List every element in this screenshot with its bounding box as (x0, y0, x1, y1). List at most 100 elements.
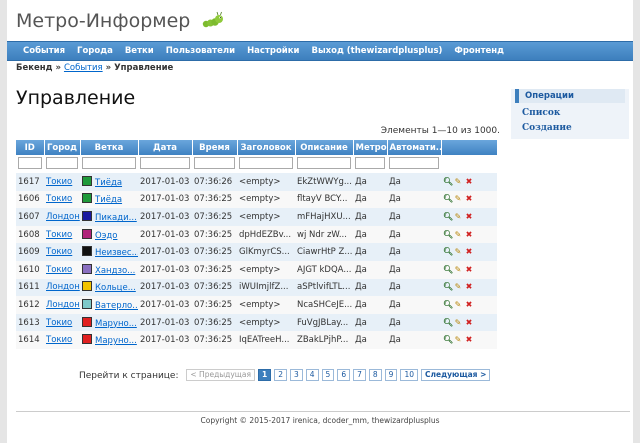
cell-date: 2017-01-03 (138, 331, 192, 349)
column-header[interactable]: Описание (295, 140, 354, 155)
delete-icon[interactable]: ✖ (465, 177, 473, 186)
page-number-button[interactable]: 2 (274, 369, 287, 381)
menu-item[interactable]: Ветки (119, 42, 160, 60)
prev-page-button[interactable]: < Предыдущая (186, 369, 255, 381)
view-icon[interactable]: 🔍︎ (443, 177, 453, 186)
cell-time: 07:36:25 (192, 260, 237, 279)
filter-input[interactable] (389, 157, 439, 170)
operation-list-link[interactable]: Список (522, 108, 629, 118)
city-link[interactable]: Токио (46, 194, 72, 204)
menu-item[interactable]: Пользователи (160, 42, 241, 60)
line-link[interactable]: Маруно... (95, 336, 137, 346)
column-header[interactable]: Ветка (80, 140, 139, 155)
page-number-button[interactable]: 5 (321, 369, 335, 381)
city-link[interactable]: Лондон (46, 212, 80, 222)
filter-input[interactable] (46, 157, 78, 170)
line-color-swatch (82, 246, 92, 257)
menu-item[interactable]: Города (71, 42, 119, 60)
column-header[interactable]: Время (192, 140, 238, 155)
view-icon[interactable]: 🔍︎ (443, 195, 453, 203)
filter-input[interactable] (82, 157, 136, 170)
view-icon[interactable]: 🔍︎ (443, 336, 453, 344)
view-icon[interactable]: 🔍︎ (443, 248, 453, 256)
line-link[interactable]: Ватерло... (95, 301, 138, 311)
delete-icon[interactable]: ✖ (465, 318, 473, 327)
column-header[interactable]: Заголовок (237, 140, 296, 155)
cell-auto: Да (387, 278, 441, 297)
page-number-button[interactable]: 8 (368, 369, 382, 381)
page-number-button[interactable]: 4 (305, 369, 319, 381)
edit-icon[interactable]: ✎ (454, 318, 462, 327)
page-number-button[interactable]: 3 (289, 369, 303, 381)
line-link[interactable]: Неизвес... (95, 248, 138, 258)
menu-item[interactable]: Выход (thewizardplusplus) (305, 42, 448, 60)
column-header[interactable]: Дата (138, 140, 193, 155)
next-page-button[interactable]: Следующая > (421, 369, 491, 381)
delete-icon[interactable]: ✖ (465, 230, 473, 239)
line-link[interactable]: Тиёда (95, 195, 122, 205)
city-link[interactable]: Токио (46, 318, 72, 328)
menu-item[interactable]: События (17, 42, 71, 60)
view-icon[interactable]: 🔍︎ (443, 318, 453, 327)
cell-time: 07:36:25 (192, 243, 237, 261)
city-link[interactable]: Токио (46, 230, 72, 240)
page-number-button[interactable]: 9 (384, 369, 398, 381)
line-link[interactable]: Тиёда (95, 178, 122, 188)
filter-input[interactable] (239, 157, 293, 170)
view-icon[interactable]: 🔍︎ (443, 283, 453, 291)
cell-auto: Да (387, 296, 441, 314)
cell-time: 07:36:25 (192, 313, 237, 332)
column-header[interactable]: Автомати... (387, 140, 442, 155)
delete-icon[interactable]: ✖ (465, 300, 473, 309)
delete-icon[interactable]: ✖ (465, 248, 473, 256)
filter-input[interactable] (297, 157, 351, 170)
edit-icon[interactable]: ✎ (454, 248, 462, 256)
table-row: 1610 Токио Хандзо... 2017-01-03 07:36:25 <emp… (16, 260, 497, 279)
page-number-button[interactable]: 1 (257, 369, 272, 381)
edit-icon[interactable]: ✎ (454, 177, 462, 186)
edit-icon[interactable]: ✎ (454, 230, 462, 239)
city-link[interactable]: Токио (46, 247, 72, 257)
breadcrumb-link-events[interactable]: События (64, 63, 103, 73)
line-link[interactable]: Маруно... (95, 319, 137, 329)
site-logo[interactable]: Метро-Информер (16, 10, 224, 32)
line-link[interactable]: Кольце... (95, 283, 136, 293)
page-number-button[interactable]: 10 (400, 369, 418, 381)
edit-icon[interactable]: ✎ (454, 283, 462, 291)
filter-input[interactable] (355, 157, 385, 170)
view-icon[interactable]: 🔍︎ (443, 230, 453, 239)
delete-icon[interactable]: ✖ (465, 265, 473, 274)
view-icon[interactable]: 🔍︎ (443, 300, 453, 309)
city-link[interactable]: Лондон (46, 282, 80, 292)
edit-icon[interactable]: ✎ (454, 300, 462, 309)
filter-input[interactable] (140, 157, 190, 170)
page-number-button[interactable]: 6 (337, 369, 351, 381)
edit-icon[interactable]: ✎ (454, 212, 462, 221)
city-link[interactable]: Токио (46, 177, 72, 187)
edit-icon[interactable]: ✎ (454, 195, 462, 203)
edit-icon[interactable]: ✎ (454, 336, 462, 344)
menu-item[interactable]: Фронтенд (448, 42, 510, 60)
city-link[interactable]: Токио (46, 265, 72, 275)
view-icon[interactable]: 🔍︎ (443, 212, 453, 221)
line-link[interactable]: Хандзо... (95, 266, 135, 276)
delete-icon[interactable]: ✖ (465, 195, 473, 203)
line-link[interactable]: Оэдо (95, 231, 117, 241)
filter-input[interactable] (18, 157, 42, 170)
view-icon[interactable]: 🔍︎ (443, 265, 453, 274)
column-header[interactable]: Город (44, 140, 81, 155)
page-number-button[interactable]: 7 (353, 369, 366, 381)
line-link[interactable]: Пикади... (95, 213, 137, 223)
menu-item[interactable]: Настройки (241, 42, 305, 60)
city-link[interactable]: Лондон (46, 300, 80, 310)
filter-input[interactable] (194, 157, 235, 170)
column-header[interactable]: Метро (353, 140, 388, 155)
city-link[interactable]: Токио (46, 335, 72, 345)
operation-create-link[interactable]: Создание (522, 123, 629, 133)
edit-icon[interactable]: ✎ (454, 265, 462, 274)
delete-icon[interactable]: ✖ (465, 336, 473, 344)
delete-icon[interactable]: ✖ (465, 212, 473, 221)
column-header[interactable]: ID (16, 140, 45, 155)
delete-icon[interactable]: ✖ (465, 283, 473, 291)
breadcrumb-root: Бекенд (16, 63, 53, 73)
